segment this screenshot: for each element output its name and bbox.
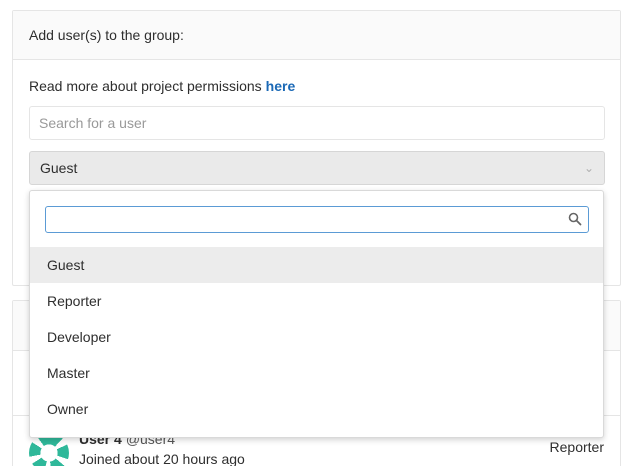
member-role[interactable]: Reporter bbox=[550, 439, 604, 455]
panel-title: Add user(s) to the group: bbox=[29, 27, 184, 43]
option-guest[interactable]: Guest bbox=[30, 247, 603, 283]
option-master[interactable]: Master bbox=[30, 355, 603, 391]
read-more-text: Read more about project permissions bbox=[29, 78, 262, 94]
search-icon bbox=[568, 212, 582, 226]
user-search-placeholder: Search for a user bbox=[39, 115, 147, 131]
chevron-down-icon: ⌄ bbox=[583, 161, 594, 175]
access-level-value: Guest bbox=[40, 160, 78, 176]
member-joined: Joined about 20 hours ago bbox=[79, 451, 245, 466]
access-level-dropdown: Guest Reporter Developer Master Owner bbox=[29, 190, 604, 438]
access-level-select[interactable]: Guest ⌄ bbox=[29, 151, 605, 185]
option-reporter[interactable]: Reporter bbox=[30, 283, 603, 319]
permissions-help: Read more about project permissions here bbox=[29, 78, 295, 94]
dropdown-options: Guest Reporter Developer Master Owner bbox=[30, 247, 603, 427]
option-developer[interactable]: Developer bbox=[30, 319, 603, 355]
option-owner[interactable]: Owner bbox=[30, 391, 603, 427]
permissions-link[interactable]: here bbox=[266, 78, 296, 94]
dropdown-search-input[interactable] bbox=[45, 206, 589, 233]
panel-header: Add user(s) to the group: bbox=[13, 11, 620, 60]
user-search-input[interactable]: Search for a user bbox=[29, 106, 605, 140]
